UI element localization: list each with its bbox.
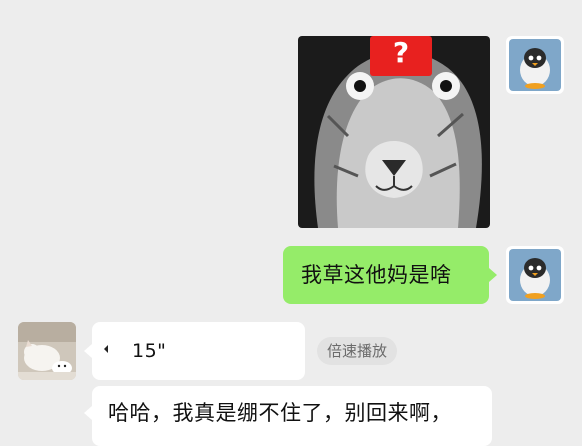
contact-text-bubble[interactable]: 哈哈，我真是绷不住了，别回来啊， [92, 386, 492, 446]
sticker-badge-text: ? [392, 36, 410, 69]
my-avatar[interactable] [506, 36, 564, 94]
bubble-tail [84, 344, 92, 358]
voice-wave-icon [104, 345, 108, 353]
penguin-avatar [506, 36, 564, 94]
message-text: 我草这他妈是啥 [301, 263, 452, 287]
penguin-avatar [506, 246, 564, 304]
cat-avatar [18, 322, 76, 380]
voice-message-bubble[interactable]: 15" [92, 322, 305, 380]
voice-duration: 15" [132, 340, 167, 362]
my-avatar[interactable] [506, 246, 564, 304]
bubble-tail [489, 268, 497, 282]
playback-speed-button[interactable]: 倍速播放 [317, 337, 398, 365]
contact-avatar[interactable] [18, 322, 76, 380]
my-text-bubble[interactable]: 我草这他妈是啥 [283, 246, 489, 304]
lion-sticker-message[interactable]: ? [298, 36, 490, 228]
bubble-tail [84, 406, 92, 420]
message-text: 哈哈，我真是绷不住了，别回来啊， [108, 401, 452, 425]
